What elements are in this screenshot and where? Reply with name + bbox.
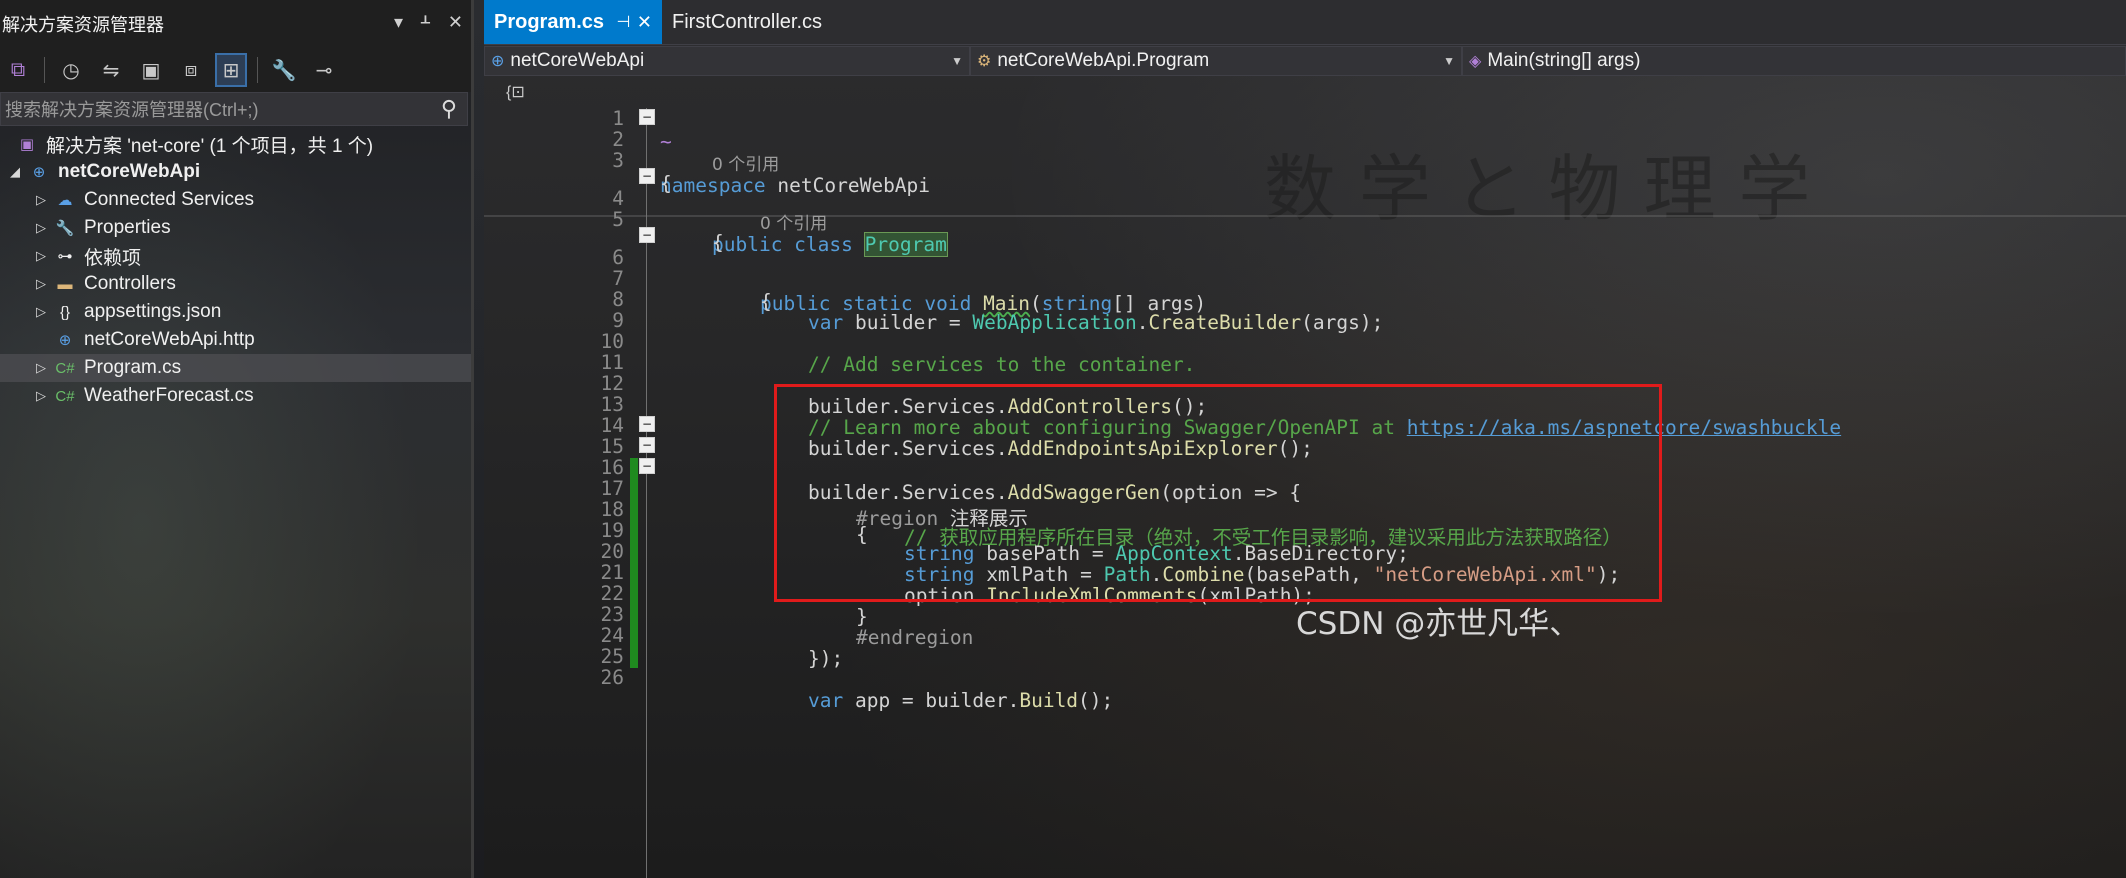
class-dropdown-value: netCoreWebApi.Program (997, 49, 1210, 71)
preview-selected-icon[interactable]: ⊞ (215, 53, 247, 87)
properties-icon: 🔧 (55, 220, 75, 237)
web-project-icon: ⊕ (491, 52, 505, 70)
code-editor: 数 学 と 物 理 学 Program.cs ⊣ ✕ FirstControll… (484, 0, 2126, 878)
history-icon[interactable]: ◷ (57, 55, 85, 85)
class-icon: ⚙ (977, 52, 992, 70)
http-file-icon: ⊕ (58, 332, 72, 349)
toolbar-separator (257, 57, 258, 83)
tree-item-appsettings[interactable]: ▷ {} appsettings.json (0, 298, 471, 326)
fold-collapse-icon[interactable]: − (639, 458, 655, 474)
code-line: 5 { (484, 185, 2126, 254)
collapse-all-icon[interactable]: ▣ (137, 55, 165, 85)
project-label: netCoreWebApi (58, 161, 201, 182)
csharp-file-icon: C# (55, 387, 75, 405)
search-icon[interactable]: ⚲ (441, 96, 457, 122)
collapsed-arrow-icon[interactable]: ▷ (30, 220, 52, 236)
code-token: (); (1078, 689, 1114, 712)
properties-wrench-icon[interactable]: 🔧 (270, 55, 298, 85)
collapsed-arrow-icon[interactable]: ▷ (30, 276, 52, 292)
chevron-down-icon: ▼ (1443, 53, 1455, 68)
solution-icon: ▣ (19, 136, 35, 153)
tree-item-controllers[interactable]: ▷ ▬ Controllers (0, 270, 471, 298)
sync-icon[interactable]: ⇋ (97, 55, 125, 85)
watermark-text: CSDN @亦世凡华、 (1296, 606, 1581, 642)
tree-item-label: WeatherForecast.cs (84, 385, 254, 406)
dependencies-icon: ⊶ (57, 248, 73, 265)
project-dropdown-value: netCoreWebApi (510, 49, 645, 71)
solution-explorer-titlebar: 解决方案资源管理器 ▾ ᚆ ✕ (0, 0, 471, 48)
json-file-icon: {} (59, 303, 71, 321)
close-icon[interactable]: ✕ (448, 12, 463, 33)
collapsed-arrow-icon[interactable]: ▷ (30, 388, 52, 404)
tab-program-cs[interactable]: Program.cs ⊣ ✕ (484, 0, 662, 44)
solution-explorer-toolbar: ⧉ ◷ ⇋ ▣ ⧈ ⊞ 🔧 ⊸ (0, 48, 471, 92)
toolbar-separator (44, 57, 45, 83)
fold-collapse-icon[interactable]: − (639, 168, 655, 184)
highlight-annotation-box (774, 384, 1662, 602)
collapsed-arrow-icon[interactable]: ▷ (30, 248, 52, 264)
solution-label: 解决方案 'net-core' (1 个项目，共 1 个) (46, 135, 374, 157)
class-dropdown[interactable]: ⚙ netCoreWebApi.Program ▼ (970, 45, 1462, 76)
search-placeholder: 搜索解决方案资源管理器(Ctrl+;) (5, 100, 259, 120)
collapsed-arrow-icon[interactable]: ▷ (30, 192, 52, 208)
collapsed-arrow-icon[interactable]: ▷ (30, 360, 52, 376)
tree-project[interactable]: ◢ ⊕ netCoreWebApi (0, 158, 471, 186)
show-all-files-icon[interactable]: ⧈ (177, 55, 205, 85)
tree-item-label: Connected Services (84, 189, 255, 210)
code-line: 26 var app = builder.Build(); (484, 643, 2126, 712)
tree-item-weatherforecast-cs[interactable]: ▷ C# WeatherForecast.cs (0, 382, 471, 410)
method-icon: ◈ (1469, 52, 1482, 70)
code-token: app = builder. (843, 689, 1020, 712)
project-dropdown[interactable]: ⊕ netCoreWebApi ▼ (484, 45, 970, 76)
tree-item-label: Controllers (84, 273, 176, 294)
folder-icon: ▬ (57, 275, 73, 293)
tree-solution[interactable]: ▣ 解决方案 'net-core' (1 个项目，共 1 个) (0, 130, 471, 158)
csharp-file-icon: C# (55, 359, 75, 377)
connected-services-icon: ☁ (57, 192, 73, 209)
fold-collapse-icon[interactable]: − (639, 227, 655, 243)
current-line-indicator (484, 215, 2126, 217)
tab-label: Program.cs (494, 10, 605, 33)
chevron-down-icon: ▼ (951, 53, 963, 68)
filter-icon[interactable]: ⊸ (310, 55, 338, 85)
pin-icon[interactable]: ⊣ (617, 12, 631, 32)
collapsed-arrow-icon[interactable]: ▷ (30, 304, 52, 320)
tree-item-program-cs[interactable]: ▷ C# Program.cs (0, 354, 471, 382)
fold-collapse-icon[interactable]: − (639, 416, 655, 432)
expanded-arrow-icon[interactable]: ◢ (4, 164, 26, 180)
tree-item-label: appsettings.json (84, 301, 222, 322)
web-project-icon: ⊕ (32, 164, 46, 181)
dropdown-icon[interactable]: ▾ (394, 12, 403, 33)
vs-switch-views-icon[interactable]: ⧉ (4, 55, 32, 85)
member-dropdown-value: Main(string[] args) (1487, 49, 1641, 71)
navigation-bar: ⊕ netCoreWebApi ▼ ⚙ netCoreWebApi.Progra… (484, 44, 2126, 76)
tree-item-label: 依赖项 (84, 247, 142, 269)
code-token: Build (1019, 689, 1079, 712)
tree-item-connected-services[interactable]: ▷ ☁ Connected Services (0, 186, 471, 214)
tree-item-label: netCoreWebApi.http (84, 329, 255, 350)
document-tabs: Program.cs ⊣ ✕ FirstController.cs (484, 0, 2126, 44)
tree-item-properties[interactable]: ▷ 🔧 Properties (0, 214, 471, 242)
member-dropdown[interactable]: ◈ Main(string[] args) (1462, 45, 2126, 76)
close-icon[interactable]: ✕ (637, 12, 652, 33)
solution-explorer-panel: 解决方案资源管理器 ▾ ᚆ ✕ ⧉ ◷ ⇋ ▣ ⧈ ⊞ 🔧 ⊸ 搜索解决方案资源… (0, 0, 474, 878)
pin-icon[interactable]: ᚆ (421, 12, 430, 33)
tab-label: FirstController.cs (672, 10, 823, 33)
solution-explorer-search[interactable]: 搜索解决方案资源管理器(Ctrl+;) ⚲ (0, 92, 468, 126)
tree-item-label: Program.cs (84, 357, 182, 378)
solution-explorer-title: 解决方案资源管理器 (2, 15, 164, 35)
fold-collapse-icon[interactable]: − (639, 109, 655, 125)
tree-item-dependencies[interactable]: ▷ ⊶ 依赖项 (0, 242, 471, 270)
tab-firstcontroller-cs[interactable]: FirstController.cs (662, 0, 872, 44)
tree-item-label: Properties (84, 217, 171, 238)
tree-item-http[interactable]: ⊕ netCoreWebApi.http (0, 326, 471, 354)
solution-tree: ▣ 解决方案 'net-core' (1 个项目，共 1 个) ◢ ⊕ netC… (0, 126, 471, 410)
line-number: 26 (600, 666, 624, 689)
code-token: var (808, 689, 844, 712)
fold-collapse-icon[interactable]: − (639, 437, 655, 453)
